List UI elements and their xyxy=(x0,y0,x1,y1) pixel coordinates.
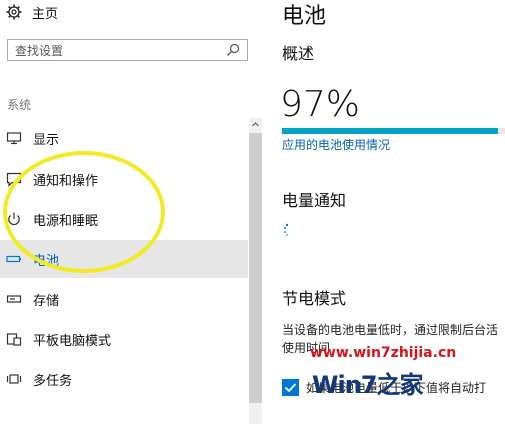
section-label-system: 系统 xyxy=(7,98,32,112)
monitor-icon xyxy=(6,132,22,145)
watermark-logo: Win7之家 xyxy=(312,371,423,399)
sidebar-item-label: 通知和操作 xyxy=(33,173,99,189)
tablet-mode-icon xyxy=(6,333,22,346)
battery-level-bar-fill xyxy=(282,128,499,134)
checkmark-icon xyxy=(284,383,297,393)
sidebar-item-label: 电源和睡眠 xyxy=(33,213,99,229)
power-icon xyxy=(8,212,20,226)
home-link[interactable]: 主页 xyxy=(6,2,58,22)
watermark-url: www.win7zhijia.cn xyxy=(310,345,457,361)
overview-heading: 概述 xyxy=(282,44,315,63)
sidebar-item-battery[interactable]: 电池 xyxy=(0,240,248,278)
search-icon[interactable] xyxy=(225,42,241,58)
battery-percent: 97% xyxy=(280,84,361,125)
battery-saver-heading: 节电模式 xyxy=(282,289,347,308)
sidebar-item-storage[interactable]: 存储 xyxy=(0,280,248,318)
page-title: 电池 xyxy=(282,4,327,29)
auto-battery-saver-checkbox[interactable] xyxy=(282,379,299,396)
loading-spinner-icon xyxy=(284,223,289,236)
battery-usage-by-app-link[interactable]: 应用的电池使用情况 xyxy=(282,136,390,153)
storage-icon xyxy=(6,295,22,303)
notification-icon xyxy=(6,172,22,187)
battery-level-bar xyxy=(282,128,505,134)
scroll-up-arrow-icon[interactable] xyxy=(249,118,262,131)
sidebar-item-label: 存储 xyxy=(33,293,60,309)
search-input[interactable]: 查找设置 xyxy=(7,39,248,61)
sidebar-item-notifications[interactable]: 通知和操作 xyxy=(0,160,248,198)
sidebar-item-tablet-mode[interactable]: 平板电脑模式 xyxy=(0,320,248,358)
sidebar-item-label: 电池 xyxy=(33,253,60,269)
settings-sidebar: 主页 查找设置 系统 显示 通知和操作 电源和睡眠 电池 存储 平板电脑模式 多… xyxy=(0,0,262,424)
multitasking-icon xyxy=(6,374,22,384)
search-placeholder: 查找设置 xyxy=(15,43,64,58)
home-label: 主页 xyxy=(32,6,59,22)
sidebar-item-multitasking[interactable]: 多任务 xyxy=(0,360,248,398)
sidebar-item-label: 显示 xyxy=(33,132,60,148)
battery-notification-heading: 电量通知 xyxy=(282,191,347,210)
sidebar-item-label: 平板电脑模式 xyxy=(33,333,112,349)
sidebar-item-label: 多任务 xyxy=(33,373,73,389)
site-watermark: www.win7zhijia.cn Win7之家 xyxy=(302,341,502,413)
sidebar-scrollbar-thumb[interactable] xyxy=(249,133,262,403)
gear-icon xyxy=(6,4,22,20)
battery-icon xyxy=(6,255,21,263)
sidebar-item-power-sleep[interactable]: 电源和睡眠 xyxy=(0,200,248,238)
battery-saver-description-line: 当设备的电池电量低时，通过限制后台活 xyxy=(282,323,499,337)
sidebar-item-display[interactable]: 显示 xyxy=(0,119,248,157)
